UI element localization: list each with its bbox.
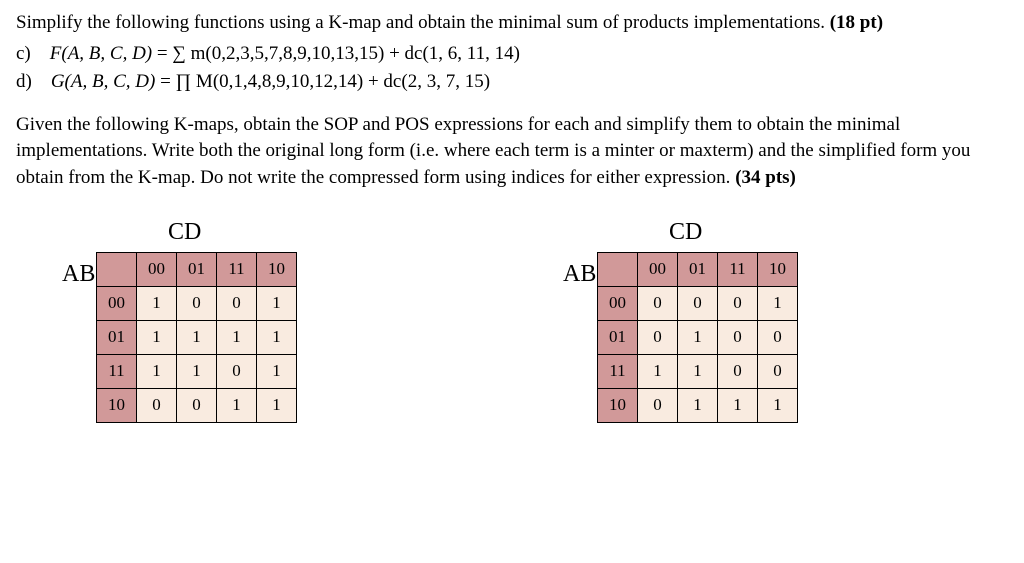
kmap2-row-01: 01 [598, 320, 638, 354]
kmap2-cell: 1 [678, 388, 718, 422]
kmap1-cell: 0 [217, 286, 257, 320]
kmap2-cell: 0 [678, 286, 718, 320]
kmap2-corner [598, 252, 638, 286]
problem2-text: Given the following K-maps, obtain the S… [16, 112, 1008, 192]
kmap2-cell: 0 [718, 320, 758, 354]
problem2-body: Given the following K-maps, obtain the S… [16, 114, 970, 188]
kmap1-col-00: 00 [137, 252, 177, 286]
kmap2-cell: 0 [758, 354, 798, 388]
kmap2-cell: 1 [678, 320, 718, 354]
kmap1-cell: 1 [137, 286, 177, 320]
kmap2-col-00: 00 [638, 252, 678, 286]
kmap2-cell: 1 [718, 388, 758, 422]
kmap2-cell: 1 [758, 286, 798, 320]
kmap1-cell: 1 [137, 320, 177, 354]
kmap2-cell: 1 [638, 354, 678, 388]
problem1-intro: Simplify the following functions using a… [16, 10, 1008, 37]
equation-c: c) F(A, B, C, D) = ∑ m(0,2,3,5,7,8,9,10,… [16, 41, 1008, 68]
kmap1-cell: 1 [217, 388, 257, 422]
eq-c-letter: c) [16, 43, 31, 64]
kmap1-cell: 1 [257, 320, 297, 354]
kmap1-cell: 0 [137, 388, 177, 422]
kmap1-cell: 1 [137, 354, 177, 388]
kmap2-cell: 0 [638, 286, 678, 320]
equations-block: c) F(A, B, C, D) = ∑ m(0,2,3,5,7,8,9,10,… [16, 41, 1008, 96]
kmap2-cell: 0 [638, 388, 678, 422]
kmap1-cell: 1 [177, 354, 217, 388]
kmaps-container: CD AB 00 01 11 10 00 1 0 0 1 01 1 1 1 [16, 252, 1008, 423]
kmap2-col-01: 01 [678, 252, 718, 286]
kmap1-cell: 0 [177, 388, 217, 422]
kmap1-cell: 1 [177, 320, 217, 354]
kmap2-cell: 0 [718, 354, 758, 388]
kmap2-cell: 0 [638, 320, 678, 354]
kmap2-cell: 0 [758, 320, 798, 354]
kmap2-table: 00 01 11 10 00 0 0 0 1 01 0 1 0 0 11 1 [597, 252, 798, 423]
kmap2-cell: 0 [718, 286, 758, 320]
eq-d-func: G(A, B, C, D) [51, 71, 155, 92]
kmap1-corner [97, 252, 137, 286]
kmap-2: CD AB 00 01 11 10 00 0 0 0 1 01 0 1 0 [597, 252, 798, 423]
kmap1-row-10: 10 [97, 388, 137, 422]
problem2-points: (34 pts) [735, 167, 796, 188]
kmap1-cell: 0 [177, 286, 217, 320]
kmap1-cd-label: CD [168, 216, 201, 250]
kmap2-col-10: 10 [758, 252, 798, 286]
problem1-points: (18 pt) [830, 12, 883, 33]
kmap1-cell: 0 [217, 354, 257, 388]
kmap2-row-10: 10 [598, 388, 638, 422]
kmap1-col-10: 10 [257, 252, 297, 286]
kmap2-ab-label: AB [563, 258, 596, 292]
kmap1-row-00: 00 [97, 286, 137, 320]
kmap1-cell: 1 [217, 320, 257, 354]
kmap1-row-11: 11 [97, 354, 137, 388]
kmap-1: CD AB 00 01 11 10 00 1 0 0 1 01 1 1 1 [96, 252, 297, 423]
kmap1-cell: 1 [257, 286, 297, 320]
eq-c-func: F(A, B, C, D) [50, 43, 152, 64]
kmap1-cell: 1 [257, 354, 297, 388]
kmap2-cell: 1 [758, 388, 798, 422]
eq-d-body: = ∏ M(0,1,4,8,9,10,12,14) + dc(2, 3, 7, … [160, 71, 490, 92]
kmap1-col-11: 11 [217, 252, 257, 286]
eq-c-body: = ∑ m(0,2,3,5,7,8,9,10,13,15) + dc(1, 6,… [157, 43, 520, 64]
kmap2-row-00: 00 [598, 286, 638, 320]
kmap1-table: 00 01 11 10 00 1 0 0 1 01 1 1 1 1 11 1 [96, 252, 297, 423]
kmap2-cd-label: CD [669, 216, 702, 250]
kmap1-col-01: 01 [177, 252, 217, 286]
kmap1-row-01: 01 [97, 320, 137, 354]
problem1-intro-text: Simplify the following functions using a… [16, 12, 825, 33]
eq-d-letter: d) [16, 71, 32, 92]
kmap1-cell: 1 [257, 388, 297, 422]
kmap2-col-11: 11 [718, 252, 758, 286]
kmap1-ab-label: AB [62, 258, 95, 292]
equation-d: d) G(A, B, C, D) = ∏ M(0,1,4,8,9,10,12,1… [16, 69, 1008, 96]
kmap2-cell: 1 [678, 354, 718, 388]
kmap2-row-11: 11 [598, 354, 638, 388]
